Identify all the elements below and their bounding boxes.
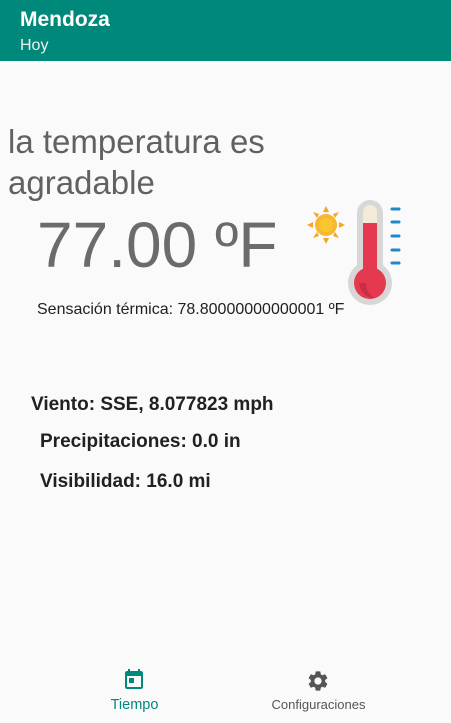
wind-info: Viento: SSE, 8.077823 mph (31, 394, 274, 415)
temperature-value: 77.00 ºF (37, 209, 278, 281)
app-subtitle: Hoy (20, 37, 49, 54)
sun-icon (307, 206, 345, 244)
app-bar: Mendoza Hoy (0, 0, 451, 61)
feels-like: Sensación térmica: 78.80000000000001 ºF (37, 301, 345, 318)
thermometer-icon (348, 200, 401, 305)
gear-icon (308, 671, 328, 691)
sun-thermometer-icon (307, 200, 401, 305)
app-title: Mendoza (20, 8, 110, 31)
nav-configuraciones-label: Configuraciones (271, 697, 366, 712)
visibility-info: Visibilidad: 16.0 mi (40, 471, 211, 492)
weather-condition: la temperatura es agradable (8, 123, 265, 201)
nav-configuraciones[interactable]: Configuraciones (206, 657, 431, 723)
precipitation-info: Precipitaciones: 0.0 in (40, 431, 241, 452)
bottom-navigation: Tiempo Configuraciones (0, 657, 451, 723)
calendar-icon-glyph (125, 669, 143, 689)
